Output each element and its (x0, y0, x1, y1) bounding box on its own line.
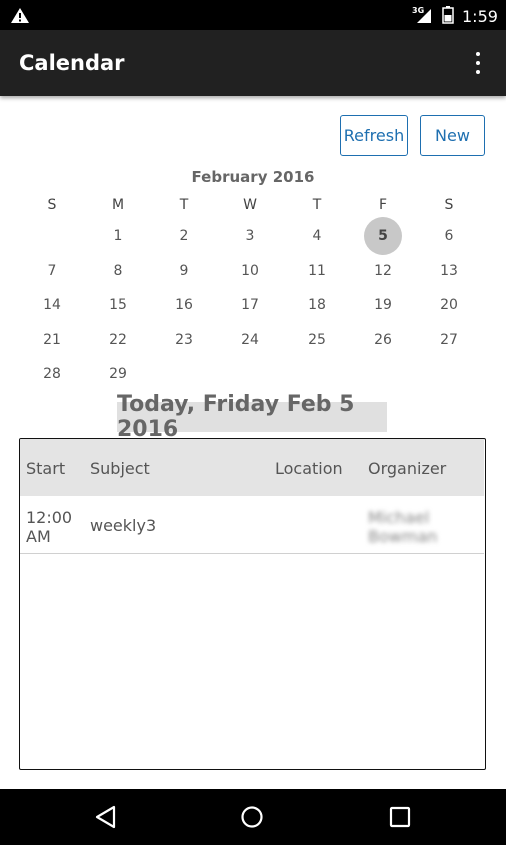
event-subject: weekly3 (90, 516, 157, 535)
table-row[interactable]: 12:00 AM weekly3 Michael Bowman (20, 496, 484, 554)
events-table: Start Subject Location Organizer 12:00 A… (19, 438, 486, 770)
weekday-header: S (47, 197, 57, 213)
calendar-day[interactable]: 8 (99, 252, 137, 290)
calendar-day[interactable]: 20 (430, 286, 468, 324)
calendar-day[interactable]: 26 (364, 321, 402, 359)
calendar-day-selected[interactable]: 5 (364, 217, 402, 255)
app-bar: Calendar (0, 30, 506, 96)
calendar-day[interactable]: 2 (165, 217, 203, 255)
today-banner: Today, Friday Feb 5 2016 (117, 392, 387, 442)
calendar-day[interactable]: 19 (364, 286, 402, 324)
new-button[interactable]: New (420, 115, 485, 156)
calendar-day[interactable]: 22 (99, 321, 137, 359)
calendar-day[interactable]: 10 (231, 252, 269, 290)
battery-icon (442, 6, 454, 24)
home-icon[interactable] (240, 805, 264, 829)
event-organizer: Michael Bowman (368, 508, 438, 546)
month-title: February 2016 (191, 168, 315, 186)
navigation-bar (0, 789, 506, 845)
weekday-header: M (111, 197, 125, 213)
calendar-day[interactable]: 25 (298, 321, 336, 359)
calendar-day[interactable]: 9 (165, 252, 203, 290)
calendar-day[interactable]: 28 (33, 355, 71, 393)
column-header-location[interactable]: Location (275, 459, 343, 478)
calendar-day[interactable]: 12 (364, 252, 402, 290)
calendar-day[interactable]: 3 (231, 217, 269, 255)
calendar-day[interactable]: 18 (298, 286, 336, 324)
back-icon[interactable] (94, 805, 118, 829)
weekday-header: S (444, 197, 454, 213)
recents-icon[interactable] (388, 805, 412, 829)
status-time: 1:59 (462, 7, 498, 26)
calendar-day[interactable]: 6 (430, 217, 468, 255)
warning-icon (11, 8, 29, 23)
calendar-day[interactable]: 17 (231, 286, 269, 324)
status-bar: 3G 1:59 (0, 0, 506, 30)
event-start-time: 12:00 AM (26, 508, 73, 546)
weekday-header: F (378, 197, 388, 213)
calendar-day[interactable]: 11 (298, 252, 336, 290)
signal-icon (417, 9, 431, 23)
calendar-day[interactable]: 4 (298, 217, 336, 255)
more-vert-icon[interactable] (471, 50, 485, 76)
table-header: Start Subject Location Organizer (20, 439, 484, 496)
calendar-day[interactable]: 7 (33, 252, 71, 290)
app-title: Calendar (19, 51, 125, 75)
calendar-day[interactable]: 24 (231, 321, 269, 359)
calendar-day[interactable]: 15 (99, 286, 137, 324)
calendar-day[interactable]: 23 (165, 321, 203, 359)
refresh-button[interactable]: Refresh (340, 115, 408, 156)
weekday-header: T (312, 197, 322, 213)
column-header-organizer[interactable]: Organizer (368, 459, 446, 478)
calendar-day[interactable]: 14 (33, 286, 71, 324)
calendar-day[interactable]: 27 (430, 321, 468, 359)
weekday-header: T (179, 197, 189, 213)
calendar-day[interactable]: 1 (99, 217, 137, 255)
calendar-day[interactable]: 16 (165, 286, 203, 324)
column-header-subject[interactable]: Subject (90, 459, 150, 478)
calendar-day[interactable]: 13 (430, 252, 468, 290)
column-header-start[interactable]: Start (26, 459, 65, 478)
weekday-header: W (243, 197, 257, 213)
calendar-day[interactable]: 29 (99, 355, 137, 393)
calendar-day[interactable]: 21 (33, 321, 71, 359)
